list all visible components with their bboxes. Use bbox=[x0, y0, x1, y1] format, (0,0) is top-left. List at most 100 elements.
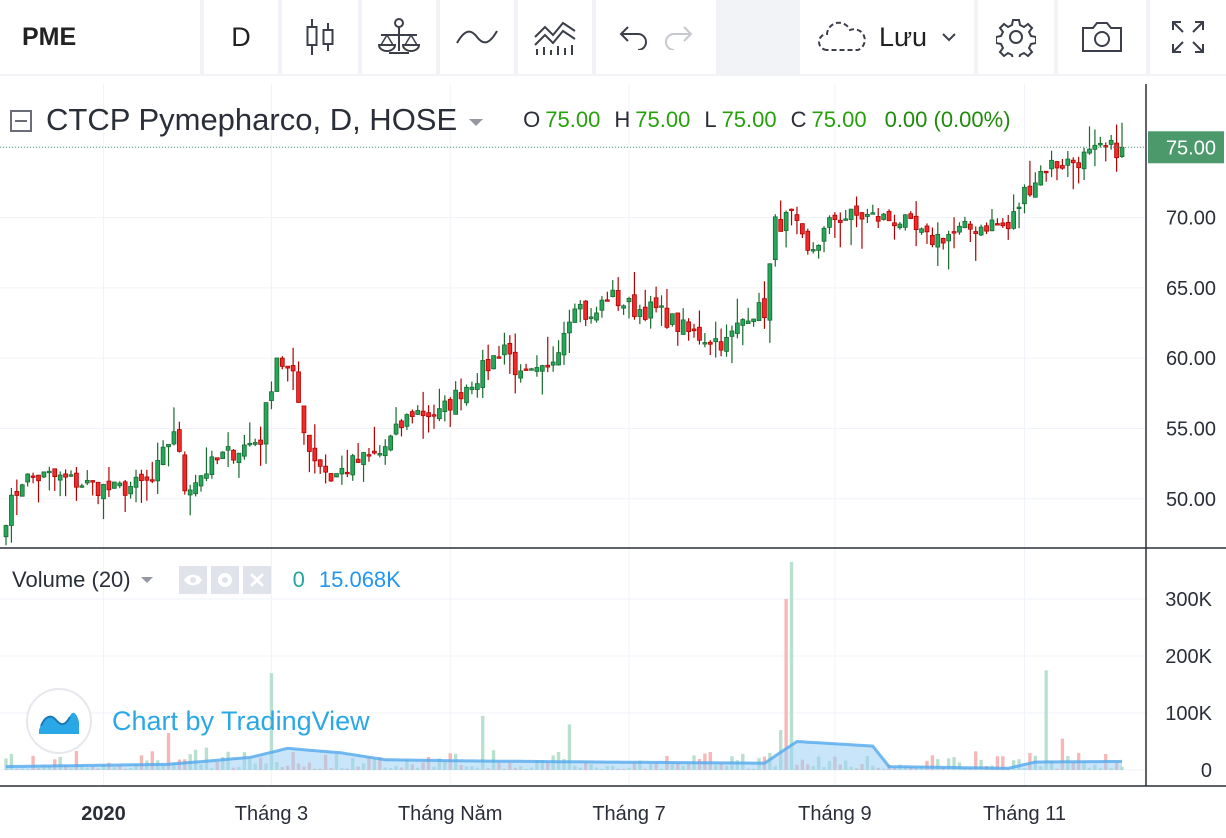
candle-body bbox=[458, 392, 464, 400]
candle-body bbox=[1000, 222, 1006, 227]
candle-body bbox=[800, 223, 805, 235]
candle-body bbox=[1070, 159, 1076, 164]
volume-zero-value: 0 bbox=[292, 567, 305, 592]
candle-body bbox=[637, 309, 643, 317]
candle-body bbox=[323, 465, 328, 473]
candle-body bbox=[1076, 162, 1082, 169]
candle-body bbox=[967, 223, 973, 230]
candle-body bbox=[621, 305, 626, 309]
candle-body bbox=[339, 468, 345, 475]
candle-body bbox=[919, 228, 924, 233]
time-tick-label: Tháng 11 bbox=[983, 803, 1066, 825]
volume-bar bbox=[1044, 670, 1048, 770]
candle-body bbox=[556, 352, 561, 366]
close-value: 75.00 bbox=[811, 107, 867, 132]
candle-body bbox=[930, 234, 935, 245]
candle-body bbox=[204, 473, 209, 479]
candle-body bbox=[724, 337, 729, 352]
candle-body bbox=[502, 344, 507, 356]
candle-body bbox=[794, 214, 800, 221]
eye-icon[interactable] bbox=[178, 566, 207, 594]
close-icon[interactable] bbox=[242, 566, 271, 594]
candle-body bbox=[805, 230, 811, 251]
candle-body bbox=[269, 391, 274, 402]
candle-body bbox=[946, 234, 951, 242]
candle-body bbox=[328, 473, 334, 482]
price-tick-label: 50.00 bbox=[1166, 489, 1216, 511]
volume-menu-caret[interactable] bbox=[140, 577, 153, 583]
candle-body bbox=[523, 368, 529, 371]
candle-body bbox=[1038, 171, 1044, 186]
gear-icon[interactable] bbox=[210, 566, 239, 594]
volume-legend: Volume (20) 0 15.068K bbox=[12, 566, 401, 594]
series-menu-caret[interactable] bbox=[469, 118, 484, 126]
tradingview-watermark[interactable]: Chart by TradingView bbox=[26, 688, 370, 754]
candle-body bbox=[198, 475, 204, 487]
candle-body bbox=[139, 473, 144, 482]
candle-body bbox=[1005, 221, 1011, 230]
candle-body bbox=[149, 479, 155, 482]
candle-body bbox=[350, 455, 356, 476]
candle-body bbox=[713, 338, 719, 343]
candle-body bbox=[837, 219, 843, 223]
volume-title: Volume (20) bbox=[12, 567, 131, 592]
candle-body bbox=[247, 442, 253, 446]
close-key: C bbox=[790, 107, 807, 132]
candle-body bbox=[529, 368, 534, 371]
candle-body bbox=[762, 298, 767, 319]
candle-body bbox=[1011, 211, 1017, 229]
price-tick-label: 60.00 bbox=[1166, 348, 1216, 370]
candle-body bbox=[1119, 146, 1125, 157]
time-tick-label: Tháng 9 bbox=[798, 803, 871, 825]
candle-body bbox=[1016, 206, 1022, 210]
candle-body bbox=[772, 216, 778, 261]
candle-body bbox=[843, 218, 849, 221]
tradingview-logo-icon bbox=[26, 688, 92, 754]
collapse-legend-button[interactable] bbox=[10, 110, 32, 132]
candle-body bbox=[859, 212, 865, 220]
candle-body bbox=[821, 227, 827, 242]
time-tick-label: Tháng 7 bbox=[592, 803, 665, 825]
candle-body bbox=[464, 386, 469, 404]
candle-body bbox=[1087, 148, 1092, 154]
candle-body bbox=[783, 211, 789, 231]
candle-body bbox=[79, 485, 85, 488]
candle-body bbox=[171, 431, 177, 445]
candle-body bbox=[57, 474, 63, 481]
candle-body bbox=[745, 320, 751, 324]
last-price-label: 75.00 bbox=[1166, 137, 1216, 159]
volume-tick-label: 200K bbox=[1165, 646, 1212, 668]
candle-body bbox=[577, 303, 583, 310]
candle-body bbox=[485, 359, 491, 372]
price-tick-label: 65.00 bbox=[1166, 278, 1216, 300]
candle-body bbox=[133, 476, 139, 488]
candle-body bbox=[334, 473, 339, 478]
candle-body bbox=[101, 483, 106, 500]
open-value: 75.00 bbox=[545, 107, 601, 132]
candle-body bbox=[447, 398, 453, 411]
candle-body bbox=[675, 312, 681, 332]
candle-body bbox=[231, 449, 236, 461]
candle-body bbox=[388, 435, 393, 451]
candle-body bbox=[810, 249, 816, 252]
candle-body bbox=[393, 423, 399, 435]
candle-body bbox=[832, 214, 838, 220]
candle-body bbox=[160, 446, 166, 466]
candle-body bbox=[751, 318, 756, 322]
high-key: H bbox=[614, 107, 631, 132]
candle-body bbox=[707, 341, 713, 345]
candle-body bbox=[182, 454, 188, 492]
candle-body bbox=[355, 458, 361, 463]
candle-body bbox=[984, 225, 989, 232]
candle-body bbox=[258, 439, 263, 445]
candle-body bbox=[740, 319, 746, 326]
candle-body bbox=[870, 212, 876, 215]
candle-body bbox=[36, 474, 41, 482]
candle-body bbox=[84, 480, 90, 484]
candle-body bbox=[177, 429, 182, 452]
candle-body bbox=[718, 341, 724, 351]
candle-body bbox=[902, 214, 908, 228]
candle-body bbox=[274, 357, 280, 392]
candle-body bbox=[399, 420, 404, 429]
candle-body bbox=[469, 386, 475, 390]
